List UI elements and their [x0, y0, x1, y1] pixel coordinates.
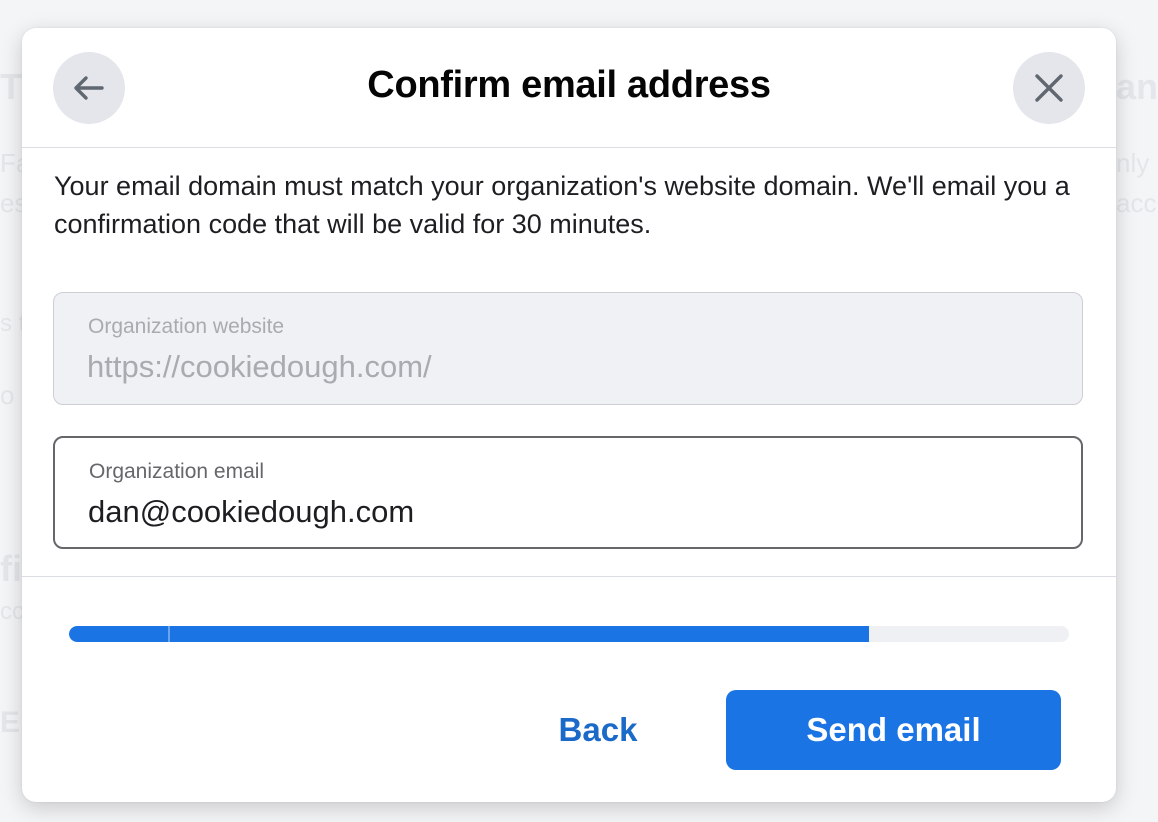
progress-bar: [69, 626, 1069, 642]
back-arrow-button[interactable]: [53, 52, 125, 124]
background-text: acc: [1116, 188, 1157, 218]
close-button[interactable]: [1013, 52, 1085, 124]
progress-bar-fill: [69, 626, 869, 642]
background-text: T: [0, 66, 22, 107]
send-email-button[interactable]: Send email: [726, 690, 1061, 770]
organization-website-label: Organization website: [88, 315, 285, 338]
back-button[interactable]: Back: [534, 690, 662, 770]
organization-website-value: https://cookiedough.com/: [87, 349, 432, 384]
organization-email-field[interactable]: Organization email: [53, 436, 1083, 549]
organization-email-label: Organization email: [89, 460, 265, 483]
confirm-email-dialog: Confirm email address Your email domain …: [22, 28, 1116, 802]
background-text: o: [0, 380, 15, 410]
background-text: anc: [1116, 66, 1158, 107]
footer-divider: [22, 576, 1116, 577]
background-text: cc: [0, 598, 24, 625]
organization-email-input[interactable]: [88, 494, 1048, 530]
background-text: fi: [0, 548, 22, 589]
arrow-left-icon: [74, 76, 104, 100]
dialog-header: Confirm email address: [22, 28, 1116, 148]
progress-segment-divider: [168, 626, 170, 642]
dialog-title: Confirm email address: [367, 64, 771, 106]
organization-website-field: Organization website https://cookiedough…: [53, 292, 1083, 405]
background-text: nly: [1116, 148, 1150, 178]
dialog-description: Your email domain must match your organi…: [54, 171, 1070, 239]
close-icon: [1035, 74, 1063, 102]
